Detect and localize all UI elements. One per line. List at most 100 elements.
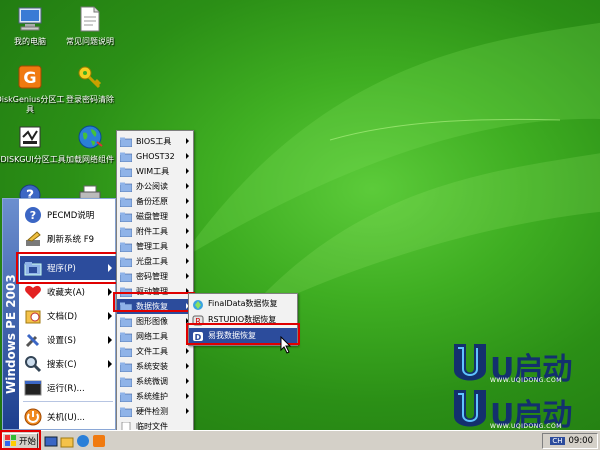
desktop-icon-faq[interactable]: 常见问题说明 — [52, 4, 128, 47]
folder-icon — [119, 197, 133, 207]
start-item-label: 搜索(C) — [47, 360, 77, 370]
favorites-heart-icon — [23, 282, 43, 302]
start-item-shutdown[interactable]: 关机(U)... — [20, 405, 116, 429]
svg-text:R: R — [195, 317, 201, 326]
programs-menu-item[interactable]: GHOST32 — [117, 149, 193, 164]
start-item-programs[interactable]: 程序(P) — [20, 256, 116, 280]
programs-menu-item[interactable]: 图形图像 — [117, 314, 193, 329]
menu-item-label: 光盘工具 — [136, 257, 168, 266]
shutdown-icon — [23, 407, 43, 427]
start-item-pecmd-help[interactable]: ? PECMD说明 — [20, 203, 116, 227]
start-item-favorites[interactable]: 收藏夹(A) — [20, 280, 116, 304]
help-icon: ? — [23, 205, 43, 225]
folder-icon — [119, 212, 133, 222]
submenu-arrow-icon — [186, 408, 189, 414]
programs-menu-item[interactable]: 附件工具 — [117, 224, 193, 239]
menu-item-label: FinalData数据恢复 — [208, 299, 278, 308]
start-button[interactable]: 开始 — [2, 433, 38, 449]
system-tray: CH 09:00 — [542, 433, 598, 449]
my-computer-icon — [15, 4, 45, 34]
menu-item-finaldata[interactable]: FinalData数据恢复 — [189, 296, 297, 311]
programs-menu-item[interactable]: 文件工具 — [117, 344, 193, 359]
programs-menu-item[interactable]: 数据恢复 — [117, 299, 193, 314]
finaldata-icon — [192, 299, 204, 310]
quicklaunch-explorer-icon[interactable] — [60, 434, 74, 448]
programs-menu: BIOS工具 GHOST32 WIM工具办公阅读备份还原 磁盘管理附件工具管理工具光盘… — [116, 130, 194, 448]
start-button-label: 开始 — [19, 437, 37, 447]
start-item-label: 运行(R)... — [47, 384, 85, 394]
programs-menu-item[interactable]: 硬件检测 — [117, 404, 193, 419]
watermark-logo: U启动 WWW.UQIDONG.COM — [450, 388, 580, 434]
start-item-label: 设置(S) — [47, 336, 77, 346]
submenu-arrow-icon — [186, 228, 189, 234]
start-item-search[interactable]: 搜索(C) — [20, 352, 116, 376]
folder-icon — [119, 287, 133, 297]
menu-item-label: 系统微调 — [136, 377, 168, 386]
folder-icon — [119, 392, 133, 402]
menu-item-rstudio[interactable]: R RSTUDIO数据恢复 — [189, 312, 297, 327]
programs-menu-item[interactable]: 系统安装 — [117, 359, 193, 374]
submenu-arrow-icon — [186, 393, 189, 399]
quicklaunch-desktop-icon[interactable] — [44, 434, 58, 448]
submenu-arrow-icon — [108, 336, 112, 344]
programs-menu-item[interactable]: WIM工具 — [117, 164, 193, 179]
quicklaunch-network-icon[interactable] — [76, 434, 90, 448]
desktop-icon-password-clear[interactable]: 登录密码清除 — [52, 62, 128, 105]
programs-folder-icon — [23, 258, 43, 278]
menu-item-label: 附件工具 — [136, 227, 168, 236]
folder-icon — [119, 362, 133, 372]
start-item-refresh[interactable]: 刷新系统 F9 — [20, 227, 116, 251]
menu-item-label: GHOST32 — [136, 152, 175, 161]
clock: 09:00 — [568, 436, 594, 446]
programs-menu-item[interactable]: 磁盘管理 — [117, 209, 193, 224]
programs-menu-item[interactable]: BIOS工具 — [117, 134, 193, 149]
submenu-arrow-icon — [108, 312, 112, 320]
start-item-label: PECMD说明 — [47, 211, 95, 221]
programs-menu-item[interactable]: 密码管理 — [117, 269, 193, 284]
gdisk-icon — [15, 122, 45, 152]
folder-icon — [119, 407, 133, 417]
start-item-label: 收藏夹(A) — [47, 288, 85, 298]
u-logo-icon — [454, 390, 486, 427]
start-item-label: 程序(P) — [47, 264, 76, 274]
watermark-logo: U启动 WWW.UQIDONG.COM — [450, 342, 580, 388]
programs-menu-item[interactable]: 系统微调 — [117, 374, 193, 389]
submenu-arrow-icon — [186, 273, 189, 279]
start-menu-banner: Windows PE 2003 — [3, 199, 19, 429]
rstudio-icon: R — [192, 315, 204, 326]
start-item-documents[interactable]: 文档(D) — [20, 304, 116, 328]
run-icon — [23, 378, 43, 398]
programs-menu-item[interactable]: 管理工具 — [117, 239, 193, 254]
programs-menu-item[interactable]: 驱动管理 — [117, 284, 193, 299]
quicklaunch-tool-icon[interactable] — [92, 434, 106, 448]
language-indicator[interactable]: CH — [550, 437, 565, 445]
programs-menu-item[interactable]: 网络工具 — [117, 329, 193, 344]
separator — [23, 401, 113, 402]
submenu-arrow-icon — [186, 258, 189, 264]
submenu-arrow-icon — [186, 138, 189, 144]
menu-item-label: 硬件检测 — [136, 407, 168, 416]
submenu-arrow-icon — [108, 360, 112, 368]
desktop-icon-label: 登录密码清除 — [66, 95, 114, 104]
settings-icon — [23, 330, 43, 350]
folder-icon — [119, 272, 133, 282]
menu-item-label: 系统维护 — [136, 392, 168, 401]
watermark-url: WWW.UQIDONG.COM — [490, 377, 562, 384]
start-item-run[interactable]: 运行(R)... — [20, 376, 116, 400]
menu-item-label: WIM工具 — [136, 167, 170, 176]
programs-menu-item[interactable]: 备份还原 — [117, 194, 193, 209]
submenu-arrow-icon — [186, 363, 189, 369]
svg-text:G: G — [23, 68, 36, 87]
submenu-arrow-icon — [186, 153, 189, 159]
taskbar: 开始 CH 09:00 — [0, 430, 600, 450]
programs-menu-item[interactable]: 系统维护 — [117, 389, 193, 404]
network-globe-icon — [75, 122, 105, 152]
menu-item-label: BIOS工具 — [136, 137, 172, 146]
submenu-arrow-icon — [186, 378, 189, 384]
programs-menu-item[interactable]: 办公阅读 — [117, 179, 193, 194]
programs-menu-item[interactable]: 光盘工具 — [117, 254, 193, 269]
submenu-arrow-icon — [108, 264, 112, 272]
start-item-settings[interactable]: 设置(S) — [20, 328, 116, 352]
menu-item-label: 办公阅读 — [136, 182, 168, 191]
svg-text:D: D — [195, 333, 202, 342]
